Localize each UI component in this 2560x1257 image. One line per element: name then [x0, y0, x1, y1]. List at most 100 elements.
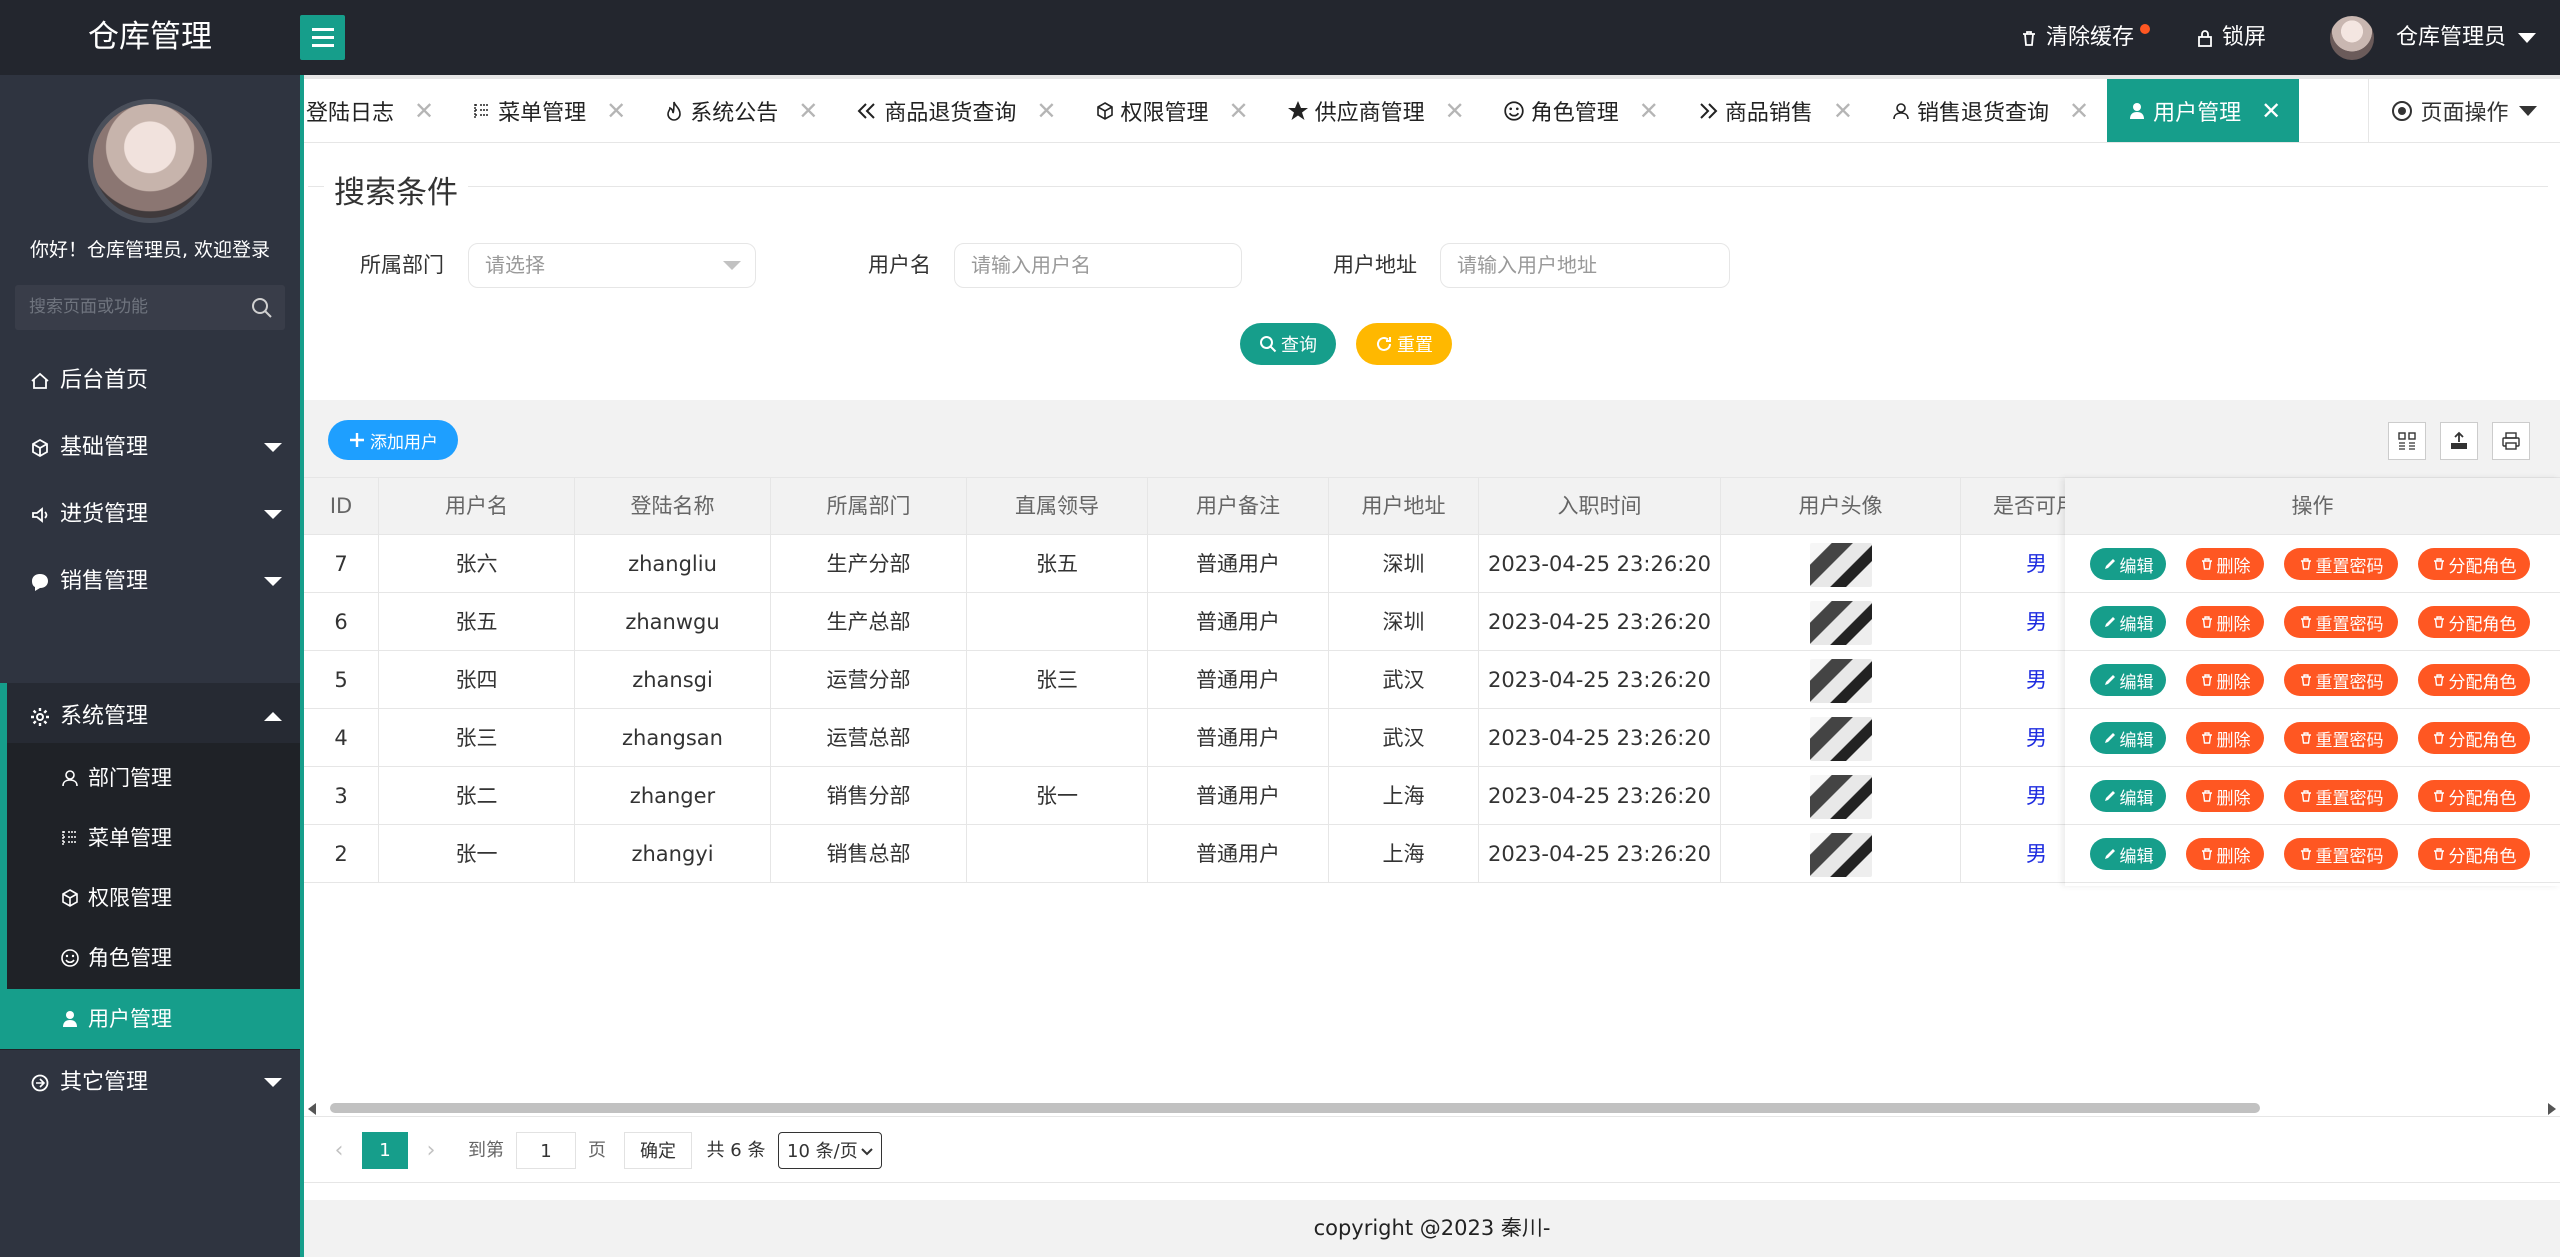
close-icon[interactable]: ✕ [1639, 97, 1659, 125]
tab-supplier[interactable]: 供应商管理 ✕ [1267, 79, 1483, 142]
close-icon[interactable]: ✕ [798, 97, 818, 125]
column-header[interactable]: 用户备注 [1148, 478, 1329, 535]
reset-password-button[interactable]: 重置密码 [2284, 722, 2398, 754]
assign-role-button[interactable]: 分配角色 [2418, 722, 2530, 754]
page-size-value: 10 条/页 [787, 1141, 858, 1162]
tab-goods-return[interactable]: 商品退货查询 ✕ [836, 79, 1074, 142]
user-avatar-thumbnail[interactable] [1809, 775, 1872, 819]
edit-button[interactable]: 编辑 [2090, 548, 2166, 580]
lock-screen-button[interactable]: 锁屏 [2196, 0, 2266, 75]
reset-password-button[interactable]: 重置密码 [2284, 664, 2398, 696]
sidebar-subitem-dept[interactable]: 部门管理 [0, 748, 300, 808]
scroll-left-arrow-icon[interactable] [308, 1103, 316, 1115]
query-button[interactable]: 查询 [1240, 323, 1336, 365]
goto-page-input[interactable]: 1 [516, 1132, 576, 1169]
scroll-right-arrow-icon[interactable] [2548, 1103, 2556, 1115]
edit-button[interactable]: 编辑 [2090, 722, 2166, 754]
sidebar-item-sales[interactable]: 销售管理 [0, 548, 300, 615]
close-icon[interactable]: ✕ [1833, 97, 1853, 125]
close-icon[interactable]: ✕ [606, 97, 626, 125]
column-header[interactable]: 用户头像 [1721, 478, 1961, 535]
prev-page-icon[interactable]: ‹ [324, 1132, 354, 1169]
edit-button[interactable]: 编辑 [2090, 664, 2166, 696]
user-avatar-thumbnail[interactable] [1809, 543, 1872, 587]
reset-password-button[interactable]: 重置密码 [2284, 838, 2398, 870]
tab-sales-return[interactable]: 销售退货查询 ✕ [1871, 79, 2107, 142]
sidebar-item-system[interactable]: 系统管理 [0, 683, 300, 750]
tab-menu[interactable]: 菜单管理 ✕ [452, 79, 644, 142]
horizontal-scrollbar[interactable] [304, 1100, 2560, 1116]
export-button[interactable] [2440, 422, 2478, 460]
columns-filter-button[interactable] [2388, 422, 2426, 460]
username-input[interactable]: 请输入用户名 [954, 243, 1242, 288]
assign-role-button[interactable]: 分配角色 [2418, 548, 2530, 580]
sidebar-item-basic[interactable]: 基础管理 [0, 414, 300, 481]
close-icon[interactable]: ✕ [1229, 97, 1249, 125]
goto-confirm-button[interactable]: 确定 [624, 1132, 692, 1169]
delete-button[interactable]: 删除 [2186, 838, 2264, 870]
column-header[interactable]: 入职时间 [1479, 478, 1721, 535]
edit-button[interactable]: 编辑 [2090, 606, 2166, 638]
tab-role[interactable]: 角色管理 ✕ [1483, 79, 1677, 142]
close-icon[interactable]: ✕ [1036, 97, 1056, 125]
reset-password-button[interactable]: 重置密码 [2284, 780, 2398, 812]
address-input[interactable]: 请输入用户地址 [1440, 243, 1730, 288]
user-avatar-thumbnail[interactable] [1809, 833, 1872, 877]
sidebar-subitem-user[interactable]: 用户管理 [0, 989, 300, 1049]
delete-button[interactable]: 删除 [2186, 664, 2264, 696]
edit-button[interactable]: 编辑 [2090, 838, 2166, 870]
page-operations-dropdown[interactable]: 页面操作 [2368, 79, 2560, 142]
reset-password-button[interactable]: 重置密码 [2284, 548, 2398, 580]
reset-button-label: 重置 [1397, 335, 1433, 356]
table-cell: 7 [304, 535, 379, 593]
assign-role-button[interactable]: 分配角色 [2418, 606, 2530, 638]
close-icon[interactable]: ✕ [2261, 97, 2281, 125]
add-user-button[interactable]: 添加用户 [328, 420, 458, 460]
page-number-current[interactable]: 1 [362, 1132, 408, 1169]
page-size-select[interactable]: 10 条/页 [778, 1132, 882, 1169]
assign-role-button[interactable]: 分配角色 [2418, 780, 2530, 812]
scrollbar-thumb[interactable] [330, 1103, 2260, 1113]
column-header[interactable]: 直属领导 [967, 478, 1148, 535]
sidebar-item-other[interactable]: 其它管理 [0, 1049, 300, 1116]
tab-notice[interactable]: 系统公告 ✕ [644, 79, 836, 142]
column-header[interactable]: 用户名 [379, 478, 575, 535]
sidebar-item-home[interactable]: 后台首页 [0, 347, 300, 414]
edit-button[interactable]: 编辑 [2090, 780, 2166, 812]
dept-select[interactable]: 请选择 [468, 243, 756, 288]
sidebar-item-purchase[interactable]: 进货管理 [0, 481, 300, 548]
tab-goods-sales[interactable]: 商品销售 ✕ [1677, 79, 1871, 142]
reset-button[interactable]: 重置 [1356, 323, 1452, 365]
sidebar-subitem-menu[interactable]: 菜单管理 [0, 808, 300, 868]
user-menu[interactable]: 仓库管理员 [2330, 0, 2537, 75]
next-page-icon[interactable]: › [416, 1132, 446, 1169]
column-header[interactable]: 登陆名称 [575, 478, 771, 535]
delete-button[interactable]: 删除 [2186, 548, 2264, 580]
sidebar-subitem-role[interactable]: 角色管理 [0, 928, 300, 988]
table-toolbar: 添加用户 [304, 400, 2560, 478]
close-icon[interactable]: ✕ [2069, 97, 2089, 125]
tab-permission[interactable]: 权限管理 ✕ [1075, 79, 1267, 142]
reset-password-button[interactable]: 重置密码 [2284, 606, 2398, 638]
delete-button[interactable]: 删除 [2186, 722, 2264, 754]
print-button[interactable] [2492, 422, 2530, 460]
column-header[interactable]: 是否可用 [1961, 478, 2071, 535]
close-icon[interactable]: ✕ [414, 97, 434, 125]
user-avatar-thumbnail[interactable] [1809, 659, 1872, 703]
assign-role-button[interactable]: 分配角色 [2418, 838, 2530, 870]
tab-user[interactable]: 用户管理 ✕ [2107, 79, 2300, 142]
tab-login-log[interactable]: 登陆日志 ✕ [304, 79, 452, 142]
clear-cache-button[interactable]: 清除缓存 [2020, 0, 2151, 75]
assign-role-button[interactable]: 分配角色 [2418, 664, 2530, 696]
user-avatar-thumbnail[interactable] [1809, 601, 1872, 645]
sidebar-search-input[interactable]: 搜索页面或功能 [15, 285, 285, 330]
column-header[interactable]: 所属部门 [771, 478, 967, 535]
menu-toggle-button[interactable] [300, 15, 345, 60]
close-icon[interactable]: ✕ [1445, 97, 1465, 125]
delete-button[interactable]: 删除 [2186, 780, 2264, 812]
delete-button[interactable]: 删除 [2186, 606, 2264, 638]
sidebar-subitem-permission[interactable]: 权限管理 [0, 868, 300, 928]
user-avatar-thumbnail[interactable] [1809, 717, 1872, 761]
column-header[interactable]: 用户地址 [1329, 478, 1479, 535]
column-header[interactable]: ID [304, 478, 379, 535]
